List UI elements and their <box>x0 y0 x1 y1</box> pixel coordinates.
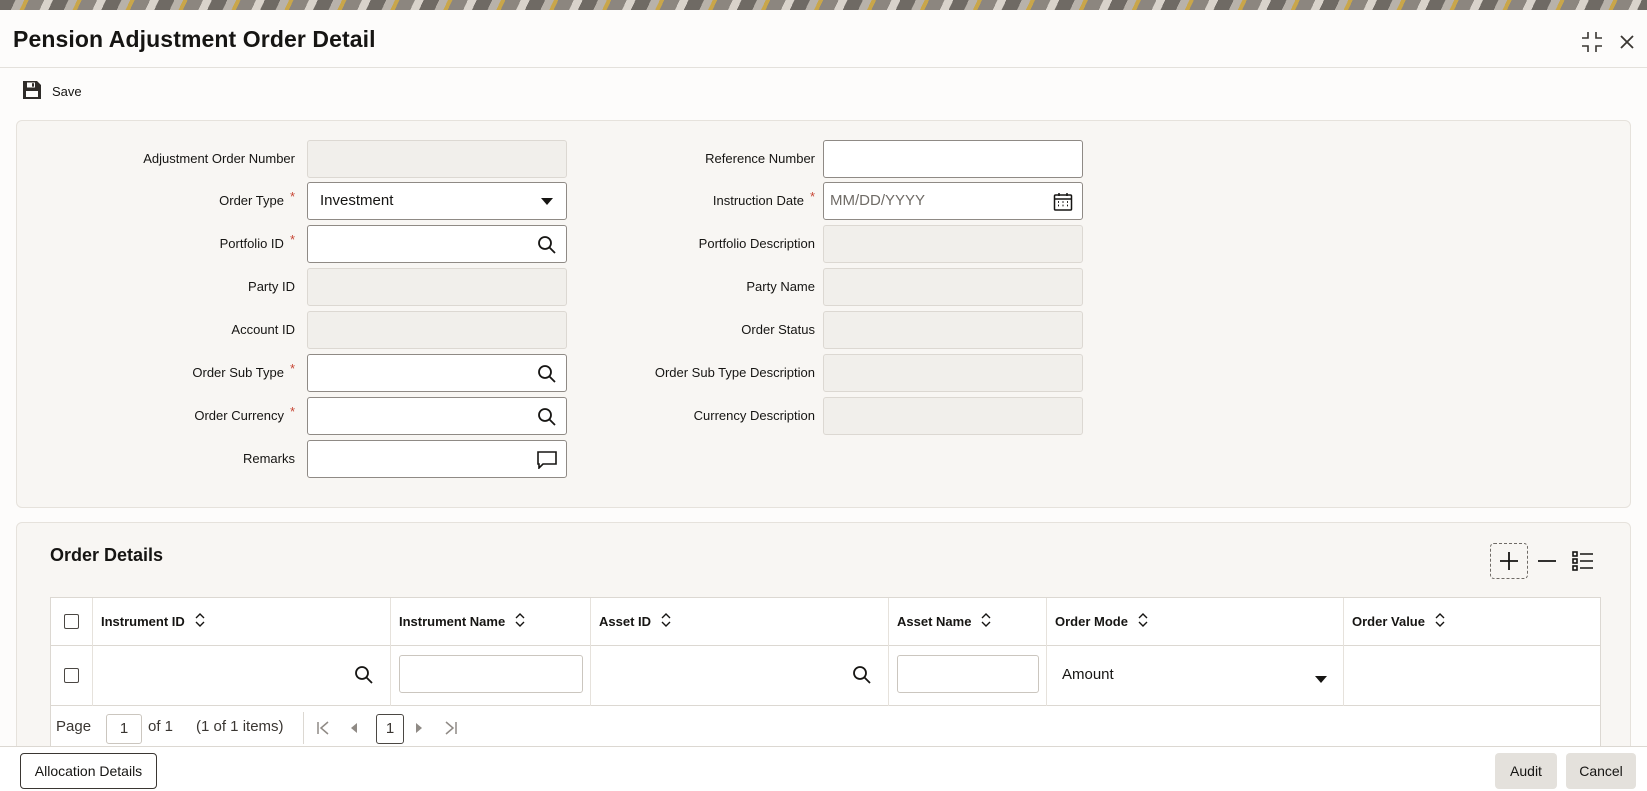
footer-bar: Allocation Details Audit Cancel <box>0 746 1647 791</box>
asset-name-cell <box>889 646 1047 706</box>
instrument-id-cell[interactable] <box>93 646 391 706</box>
previous-page-icon[interactable] <box>345 719 363 737</box>
party-name-label: Party Name <box>746 279 815 294</box>
sort-icon <box>981 599 991 647</box>
instruction-date-placeholder: MM/DD/YYYY <box>830 192 926 209</box>
order-mode-cell[interactable]: Amount <box>1047 646 1344 706</box>
order-status-field <box>823 311 1083 349</box>
list-icon <box>1572 551 1593 571</box>
order-details-table: Instrument ID Instrument Name Asset ID A… <box>50 597 1601 751</box>
remarks-label: Remarks <box>242 451 295 466</box>
floppy-disk-icon <box>22 80 42 103</box>
expand-icon[interactable] <box>1578 28 1606 56</box>
first-page-icon[interactable] <box>314 719 332 737</box>
delete-row-button[interactable] <box>1532 543 1562 579</box>
items-count: (1 of 1 items) <box>196 718 284 735</box>
reference-number-input[interactable] <box>823 140 1083 178</box>
column-header-instrument-name[interactable]: Instrument Name <box>391 598 591 646</box>
portfolio-description-field <box>823 225 1083 263</box>
sort-icon <box>515 599 525 647</box>
next-page-icon[interactable] <box>410 719 428 737</box>
last-page-icon[interactable] <box>442 719 460 737</box>
search-icon[interactable] <box>354 665 374 690</box>
order-sub-type-description-field <box>823 354 1083 392</box>
party-id-field <box>307 268 567 306</box>
column-header-instrument-id[interactable]: Instrument ID <box>93 598 391 646</box>
column-header-asset-name[interactable]: Asset Name <box>889 598 1047 646</box>
portfolio-description-label: Portfolio Description <box>698 236 815 251</box>
remarks-input[interactable] <box>307 440 567 478</box>
column-header-asset-id[interactable]: Asset ID <box>591 598 889 646</box>
order-sub-type-description-label: Order Sub Type Description <box>654 365 815 380</box>
allocation-details-button[interactable]: Allocation Details <box>20 753 157 789</box>
header-select-cell <box>51 598 93 646</box>
column-header-order-mode[interactable]: Order Mode <box>1047 598 1344 646</box>
order-currency-input[interactable] <box>307 397 567 435</box>
instrument-name-input[interactable] <box>399 655 583 693</box>
sort-icon <box>1435 599 1445 647</box>
party-name-field <box>823 268 1083 306</box>
instrument-name-cell <box>391 646 591 706</box>
order-sub-type-label: Order Sub Type * <box>192 361 295 380</box>
table-row: Amount <box>51 646 1600 706</box>
order-sub-type-input[interactable] <box>307 354 567 392</box>
table-header: Instrument ID Instrument Name Asset ID A… <box>51 598 1600 646</box>
page-title: Pension Adjustment Order Detail <box>13 26 376 52</box>
account-id-label: Account ID <box>231 322 295 337</box>
calendar-icon[interactable] <box>1052 191 1074 213</box>
order-currency-label: Order Currency * <box>194 404 295 423</box>
adjustment-order-number-field <box>307 140 567 178</box>
save-label: Save <box>52 84 82 99</box>
close-icon[interactable] <box>1613 28 1641 56</box>
portfolio-id-label: Portfolio ID * <box>219 232 295 251</box>
order-type-value: Investment <box>320 192 394 209</box>
account-id-field <box>307 311 567 349</box>
sort-icon <box>661 599 671 647</box>
asset-id-cell[interactable] <box>591 646 889 706</box>
row-select-cell <box>51 646 93 706</box>
order-form-panel: Adjustment Order Number Order Type * Inve… <box>16 120 1631 508</box>
currency-description-label: Currency Description <box>693 408 815 423</box>
comment-icon[interactable] <box>536 449 558 471</box>
sort-icon <box>195 599 205 647</box>
adjustment-order-number-label: Adjustment Order Number <box>143 151 295 166</box>
audit-button[interactable]: Audit <box>1495 753 1557 789</box>
page-count: of 1 <box>148 718 174 735</box>
instruction-date-input[interactable]: MM/DD/YYYY <box>823 182 1083 220</box>
search-icon[interactable] <box>852 665 872 690</box>
save-button[interactable]: Save <box>22 80 82 103</box>
pagination-bar: Page 1 of 1 (1 of 1 items) 1 <box>51 706 1600 750</box>
instruction-date-label: Instruction Date * <box>712 189 815 208</box>
top-banner-strip <box>0 0 1647 10</box>
column-header-order-value[interactable]: Order Value <box>1344 598 1600 646</box>
add-row-button[interactable] <box>1490 543 1528 579</box>
reference-number-label: Reference Number <box>705 151 815 166</box>
caret-down-icon[interactable] <box>1315 671 1327 689</box>
title-bar: Pension Adjustment Order Detail <box>0 10 1647 68</box>
toolbar: Save <box>0 68 1647 120</box>
party-id-label: Party ID <box>248 279 295 294</box>
currency-description-field <box>823 397 1083 435</box>
page-label: Page <box>56 718 92 735</box>
order-value-cell[interactable] <box>1344 646 1600 706</box>
view-details-button[interactable] <box>1566 543 1600 579</box>
portfolio-id-input[interactable] <box>307 225 567 263</box>
order-details-panel: Order Details Instrument ID Instrument N… <box>16 522 1631 754</box>
select-all-checkbox[interactable] <box>64 614 79 629</box>
plus-icon <box>1500 552 1518 570</box>
order-mode-value: Amount <box>1062 666 1114 683</box>
page-number-input[interactable]: 1 <box>106 714 142 744</box>
minus-icon <box>1538 560 1556 562</box>
cancel-button[interactable]: Cancel <box>1566 753 1636 789</box>
order-details-title: Order Details <box>50 545 164 565</box>
asset-name-input[interactable] <box>897 655 1039 693</box>
sort-icon <box>1138 599 1148 647</box>
order-type-label: Order Type * <box>219 189 295 208</box>
pager-divider <box>303 712 304 744</box>
row-checkbox[interactable] <box>64 668 79 683</box>
order-status-label: Order Status <box>741 322 815 337</box>
current-page-button[interactable]: 1 <box>376 714 404 744</box>
order-type-select[interactable]: Investment <box>307 182 567 220</box>
